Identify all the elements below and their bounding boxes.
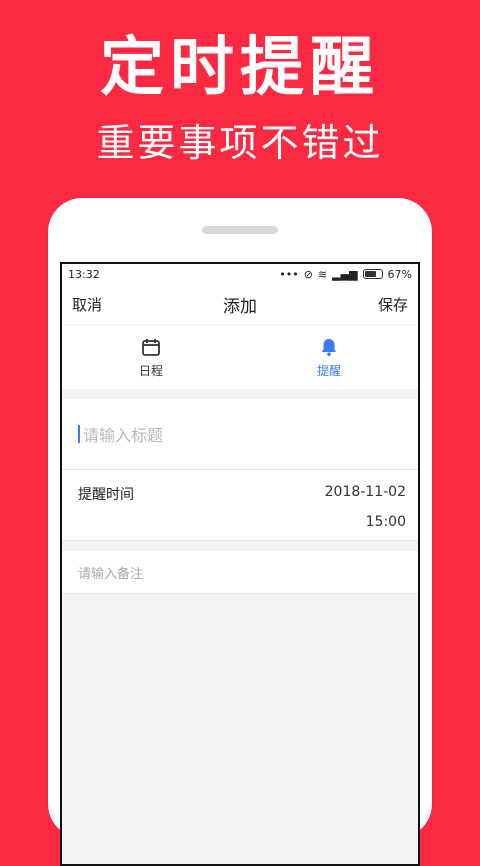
reminder-time-label: 提醒时间 [78,487,134,503]
text-cursor [78,425,80,443]
page-title: 添加 [223,296,257,317]
reminder-time-value[interactable]: 15:00 [366,514,406,530]
section-divider-2 [62,541,418,551]
hero-title: 定时提醒 [100,31,380,105]
empty-content-area [62,594,418,854]
more-icon: ••• [279,267,299,281]
note-placeholder: 请输入备注 [78,566,144,582]
status-bar: 13:32 ••• ⊘ ≋ ▂▄▆ 67% [62,264,418,284]
hero-subtitle: 重要事项不错过 [96,121,384,165]
type-tabs: 日程 提醒 [62,324,418,389]
title-input[interactable]: 请输入标题 [62,399,418,470]
reminder-time-row[interactable]: 提醒时间 2018-11-02 15:00 [62,470,418,541]
status-time: 13:32 [68,267,100,281]
save-button[interactable]: 保存 [378,294,408,315]
section-divider [62,389,418,399]
title-placeholder: 请输入标题 [83,426,164,445]
cancel-button[interactable]: 取消 [72,294,102,315]
tab-reminder-label: 提醒 [316,363,341,378]
reminder-date-value[interactable]: 2018-11-02 [325,484,406,500]
mute-icon: ⊘ [303,267,313,281]
app-screen: 13:32 ••• ⊘ ≋ ▂▄▆ 67% 取消 添加 保存 日程 提醒 请输入… [60,262,420,866]
phone-speaker [202,226,278,234]
note-input[interactable]: 请输入备注 [62,551,418,594]
tab-reminder[interactable]: 提醒 [240,325,418,389]
phone-frame: 13:32 ••• ⊘ ≋ ▂▄▆ 67% 取消 添加 保存 日程 提醒 请输入… [48,198,432,866]
battery-icon [362,269,383,279]
tab-schedule-label: 日程 [138,363,163,378]
status-icons: ••• ⊘ ≋ ▂▄▆ 67% [279,268,412,281]
nav-bar: 取消 添加 保存 [62,284,418,324]
bell-icon [322,338,336,356]
battery-level: 67% [387,267,412,281]
wifi-icon: ≋ [317,267,328,281]
calendar-icon [142,338,160,356]
tab-schedule[interactable]: 日程 [62,325,240,389]
signal-icon: ▂▄▆ [332,267,358,281]
